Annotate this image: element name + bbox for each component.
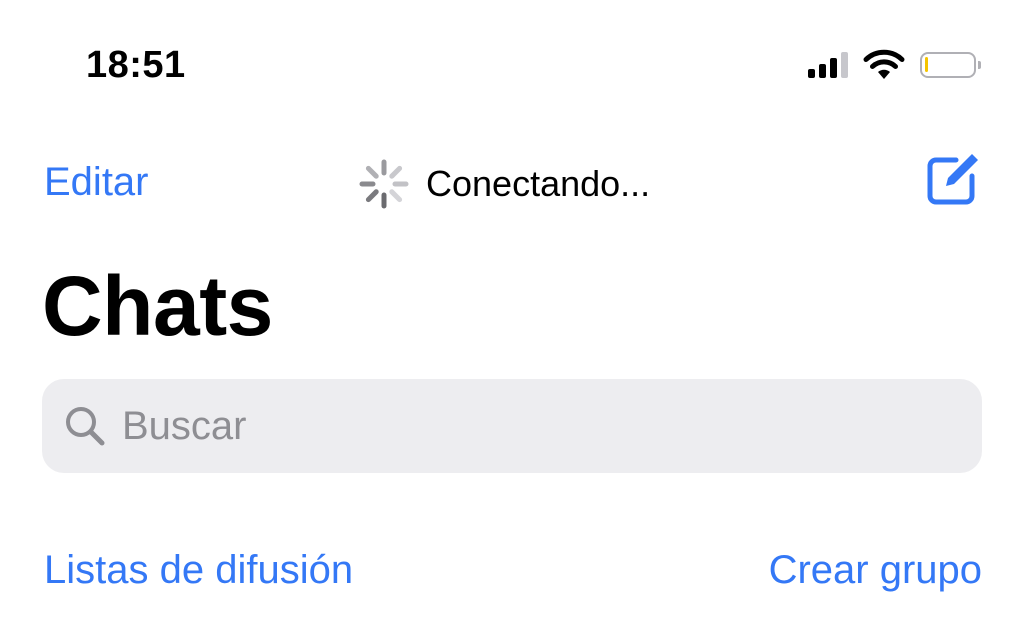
connecting-label: Conectando... — [426, 163, 651, 204]
status-time: 18:51 — [86, 44, 186, 86]
activity-spinner-icon — [359, 159, 409, 209]
status-icons — [808, 48, 981, 82]
compose-icon[interactable] — [926, 148, 982, 206]
wifi-icon — [863, 49, 905, 79]
search-input[interactable] — [120, 402, 944, 450]
connection-status: Conectando... — [358, 158, 650, 210]
broadcast-lists-link[interactable]: Listas de difusión — [44, 548, 353, 593]
search-icon — [66, 407, 105, 446]
page-title: Chats — [42, 259, 273, 353]
chats-screen: 18:51 Editar Conectando... Chats Buscar … — [0, 0, 1024, 621]
cellular-signal-icon — [808, 52, 848, 78]
new-group-link[interactable]: Crear grupo — [769, 548, 982, 593]
search-bar[interactable] — [42, 379, 982, 473]
battery-icon — [920, 52, 981, 78]
battery-level-fill — [925, 57, 928, 72]
edit-button[interactable]: Editar — [44, 160, 149, 205]
